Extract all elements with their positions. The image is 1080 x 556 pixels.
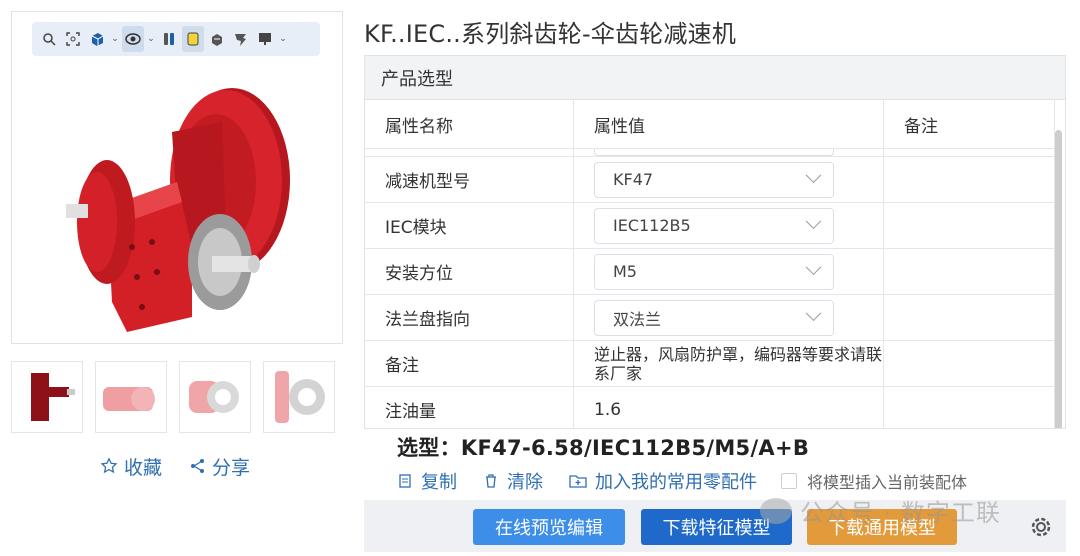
thumbnail-1[interactable] [11, 361, 83, 433]
iec-module-select[interactable]: IEC112B5 [594, 207, 834, 244]
trash-icon [486, 474, 496, 488]
chevron-down-icon [805, 259, 822, 276]
clear-button[interactable]: 清除 [483, 468, 543, 494]
selection-code: 选型：KF47-6.58/IEC112B5/M5/A+B [397, 436, 810, 460]
oil-quantity-value: 1.6 [573, 386, 884, 428]
table-scrollbar[interactable] [1055, 130, 1062, 428]
select-value: M5 [613, 262, 637, 281]
copy-icon [399, 474, 411, 488]
copy-label: 复制 [421, 472, 457, 493]
chevron-down-icon[interactable]: ⌄ [278, 34, 288, 44]
attr-name: IEC模块 [365, 202, 574, 249]
table-row: 注油量 1.6 [365, 386, 1055, 428]
select-value: 双法兰 [613, 309, 662, 329]
thumbnail-2[interactable] [95, 361, 167, 433]
insert-into-assembly-option[interactable]: 将模型插入当前装配体 [781, 469, 967, 493]
share-icon [191, 459, 205, 473]
thumbnail-strip [11, 361, 343, 433]
product-selection-panel: 产品选型 属性名称 属性值 备注 减速机型号 KF47 IEC模块 IEC112… [364, 55, 1066, 429]
insert-label: 将模型插入当前装配体 [807, 473, 968, 492]
chevron-down-icon [805, 213, 822, 230]
page-title: KF..IEC..系列斜齿轮-伞齿轮减速机 [364, 20, 737, 48]
table-row: 安装方位 M5 [365, 248, 1055, 295]
clear-label: 清除 [507, 472, 543, 493]
scrolled-select[interactable] [594, 149, 834, 156]
model-viewer[interactable]: ⌄ ⌄ ⌄ [11, 11, 343, 344]
viewer-toolbar: ⌄ ⌄ ⌄ [32, 22, 320, 56]
box-solid-icon[interactable] [182, 26, 204, 52]
chevron-down-icon [805, 167, 822, 184]
star-icon [100, 457, 118, 474]
box-wire-icon[interactable] [206, 26, 228, 52]
column-header-remark: 备注 [883, 100, 1055, 149]
mounting-position-select[interactable]: M5 [594, 253, 834, 290]
select-value: IEC112B5 [613, 216, 691, 235]
monitor-icon[interactable] [254, 26, 276, 52]
gearbox-3d-model[interactable] [52, 72, 312, 337]
pin-icon[interactable] [230, 26, 252, 52]
table-row: IEC模块 IEC112B5 [365, 202, 1055, 249]
add-label: 加入我的常用零配件 [595, 472, 757, 493]
table-row: 备注 逆止器，风扇防护罩，编码器等要求请联系厂家 [365, 340, 1055, 387]
attr-name: 法兰盘指向 [365, 294, 574, 341]
attr-name: 减速机型号 [365, 156, 574, 203]
cube-icon[interactable] [86, 26, 108, 52]
select-value: KF47 [613, 170, 654, 189]
attr-name: 注油量 [365, 386, 574, 428]
chevron-down-icon[interactable]: ⌄ [146, 34, 156, 44]
favorite-label: 收藏 [124, 456, 163, 479]
flange-direction-select[interactable]: 双法兰 [594, 299, 834, 336]
copy-button[interactable]: 复制 [397, 468, 457, 494]
selection-ops: 复制 清除 加入我的常用零配件 将模型插入当前装配体 [397, 468, 967, 494]
table-row: 法兰盘指向 双法兰 [365, 294, 1055, 341]
fit-icon[interactable] [62, 26, 84, 52]
add-to-favorites-button[interactable]: 加入我的常用零配件 [569, 468, 757, 494]
folder-plus-icon [569, 475, 587, 488]
thumbnail-4[interactable] [263, 361, 335, 433]
table-row [365, 148, 1055, 157]
insert-checkbox[interactable] [781, 473, 797, 489]
thumbnail-3[interactable] [179, 361, 251, 433]
explode-icon[interactable] [158, 26, 180, 52]
remark-text: 逆止器，风扇防护罩，编码器等要求请联系厂家 [573, 340, 884, 387]
zoom-icon[interactable] [38, 26, 60, 52]
share-button[interactable]: 分享 [190, 453, 250, 480]
attr-name: 备注 [365, 340, 574, 387]
attribute-table: 属性名称 属性值 备注 减速机型号 KF47 IEC模块 IEC112B5 安装… [365, 100, 1055, 428]
favorite-button[interactable]: 收藏 [100, 453, 162, 480]
column-header-name: 属性名称 [365, 100, 574, 149]
left-actions: 收藏 分享 [100, 452, 340, 480]
chevron-down-icon[interactable]: ⌄ [110, 34, 120, 44]
wechat-logo-icon [760, 497, 792, 524]
table-row: 减速机型号 KF47 [365, 156, 1055, 203]
panel-header: 产品选型 [365, 56, 1065, 100]
online-preview-button[interactable]: 在线预览编辑 [473, 509, 625, 545]
reducer-model-select[interactable]: KF47 [594, 161, 834, 198]
watermark: 公众号 · 数字工联 [760, 493, 1001, 528]
attr-name: 安装方位 [365, 248, 574, 295]
chevron-down-icon [805, 305, 822, 322]
share-label: 分享 [212, 456, 251, 479]
watermark-text: 公众号 · 数字工联 [800, 499, 1001, 527]
gear-icon[interactable] [1028, 514, 1054, 540]
view-icon[interactable] [122, 26, 144, 52]
column-header-value: 属性值 [573, 100, 884, 149]
